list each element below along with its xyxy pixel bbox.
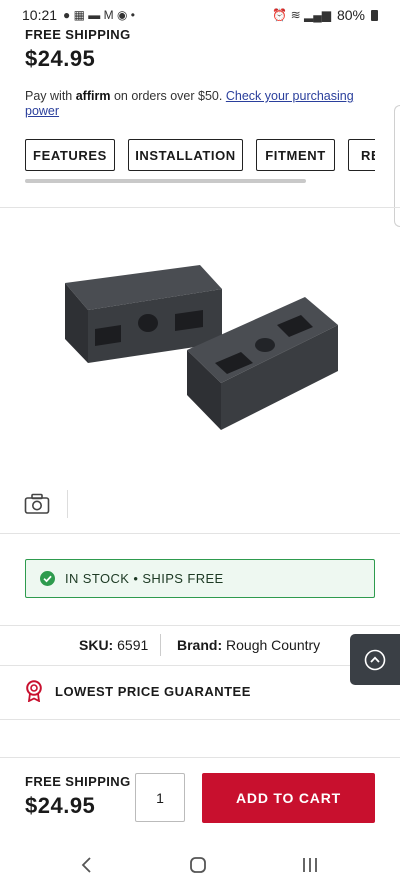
camera-icon[interactable] [24,493,50,515]
affirm-logo: affirm [75,89,111,103]
lowest-price-guarantee[interactable]: LOWEST PRICE GUARANTEE [25,680,251,702]
brand-value[interactable]: Rough Country [226,637,320,653]
brand-label: Brand: [177,637,223,653]
home-nav-icon[interactable] [184,853,212,877]
battery-icon [371,9,378,21]
divider [0,533,400,534]
alarm-wifi-signal-icons: ⏰ ≋ ▂▄▆ [272,8,331,22]
tab-features[interactable]: FEATURES [25,139,115,171]
battery-percent: 80% [336,7,365,23]
status-left: 10:21 ● ▦ ▬ M ◉ • [22,7,135,23]
chevron-up-icon [364,649,386,670]
guarantee-text: LOWEST PRICE GUARANTEE [55,683,251,699]
divider [0,207,400,208]
price: $24.95 [25,46,96,71]
sku-label: SKU: [79,637,114,653]
notification-icons: ● ▦ ▬ M ◉ • [63,8,135,22]
sku-separator [160,634,161,656]
ribbon-icon [26,680,42,702]
quantity-input[interactable]: 1 [135,773,185,822]
price: $24.95 [25,793,96,818]
tabs-scrollbar[interactable] [25,179,306,183]
stock-status: IN STOCK • SHIPS FREE [25,559,375,598]
recents-nav-icon[interactable] [296,853,324,877]
tab-installation[interactable]: INSTALLATION [128,139,243,171]
brand: Brand: Rough Country [177,637,320,653]
sku-brand-row: SKU: 6591 Brand: Rough Country [0,626,400,664]
affirm-middle: on orders over $50. [113,89,223,103]
status-time: 10:21 [22,7,58,23]
affirm-prefix: Pay with [25,89,73,103]
product-image[interactable] [55,255,345,440]
free-shipping-label: FREE SHIPPING [25,774,131,789]
add-to-cart-button[interactable]: ADD TO CART [202,773,375,823]
back-nav-icon[interactable] [73,853,101,877]
thumbnail-separator [67,490,68,518]
status-right: ⏰ ≋ ▂▄▆ 80% [272,7,378,23]
product-tabs: FEATURES INSTALLATION FITMENT RE [25,139,375,173]
side-drawer-handle[interactable] [394,105,400,227]
affirm-promo: Pay with affirm on orders over $50. Chec… [25,89,365,119]
stock-text: IN STOCK • SHIPS FREE [65,571,224,586]
divider [0,719,400,720]
back-to-top-button[interactable] [350,634,400,685]
system-nav-bar [0,841,400,889]
sku-value: 6591 [117,637,149,653]
tab-reviews[interactable]: RE [348,139,375,171]
free-shipping-label: FREE SHIPPING [25,27,131,42]
sticky-purchase-bar: FREE SHIPPING $24.95 1 ADD TO CART [0,757,400,842]
status-bar: 10:21 ● ▦ ▬ M ◉ • ⏰ ≋ ▂▄▆ 80% [0,0,400,30]
tab-fitment[interactable]: FITMENT [256,139,335,171]
check-circle-icon [40,571,55,586]
divider [0,665,400,666]
sku: SKU: 6591 [79,637,148,653]
